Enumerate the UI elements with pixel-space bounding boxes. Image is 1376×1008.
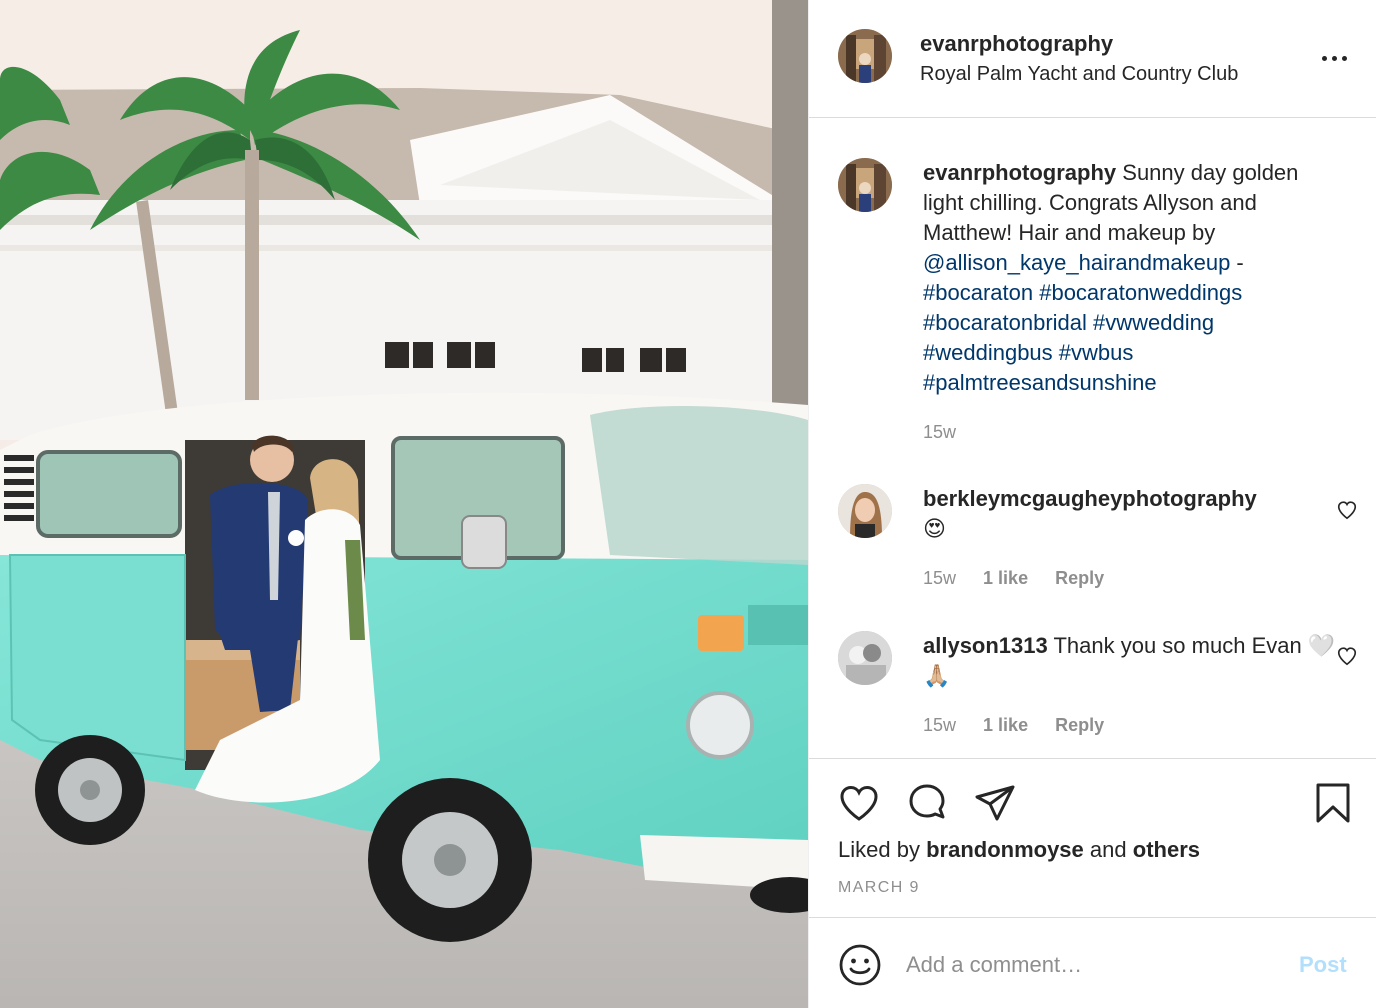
comment-meta: 15w 1 like Reply — [923, 568, 1126, 589]
comment-composer: Post — [809, 918, 1376, 1008]
more-horizontal-icon — [1322, 56, 1327, 61]
comment-time[interactable]: 15w — [923, 568, 956, 588]
comment-username[interactable]: berkleymcgaugheyphotography — [923, 486, 1257, 511]
comment-time[interactable]: 15w — [923, 715, 956, 735]
comment-text: allyson1313 Thank you so much Evan 🤍🙏🏼 — [923, 631, 1343, 691]
commenter-avatar[interactable] — [838, 631, 892, 685]
likes-and: and — [1089, 837, 1127, 862]
author-username[interactable]: evanrphotography — [920, 31, 1113, 57]
comment-meta: 15w 1 like Reply — [923, 715, 1126, 736]
hashtag[interactable]: #palmtreesandsunshine — [923, 370, 1157, 395]
post-comment-button[interactable]: Post — [1299, 952, 1347, 978]
hashtag[interactable]: #bocaratonweddings — [1039, 280, 1242, 305]
caption-text: evanrphotography Sunny day golden light … — [923, 158, 1343, 398]
caption-dash: - — [1230, 250, 1244, 275]
caption-username[interactable]: evanrphotography — [923, 160, 1116, 185]
wedding-van-photo — [0, 0, 808, 1008]
reply-button[interactable]: Reply — [1055, 568, 1104, 588]
emoji-icon[interactable] — [838, 943, 882, 987]
bookmark-icon[interactable] — [1311, 781, 1355, 825]
heart-icon[interactable] — [1336, 499, 1358, 521]
caption-time[interactable]: 15w — [923, 422, 956, 442]
hashtag[interactable]: #bocaraton — [923, 280, 1033, 305]
caption-avatar[interactable] — [838, 158, 892, 212]
author-avatar[interactable] — [838, 29, 892, 83]
comment-body: 😍 — [923, 516, 946, 541]
comment-likes[interactable]: 1 like — [983, 568, 1028, 588]
paper-plane-icon[interactable] — [973, 781, 1017, 825]
post-photo[interactable] — [0, 0, 808, 1008]
hashtag[interactable]: #bocaratonbridal — [923, 310, 1087, 335]
comment-text: berkleymcgaugheyphotography 😍 — [923, 484, 1343, 544]
hashtag[interactable]: #vwwedding — [1093, 310, 1214, 335]
post-location[interactable]: Royal Palm Yacht and Country Club — [920, 63, 1238, 86]
caption-meta: 15w — [923, 422, 978, 443]
hashtag[interactable]: #weddingbus — [923, 340, 1053, 365]
heart-icon[interactable] — [1336, 645, 1358, 667]
liker-username[interactable]: brandonmoyse — [926, 837, 1084, 862]
likes-others-link[interactable]: others — [1133, 837, 1200, 862]
comment-likes[interactable]: 1 like — [983, 715, 1028, 735]
comment-input[interactable] — [906, 948, 1276, 982]
action-bar: Liked by brandonmoyse and others MARCH 9 — [809, 758, 1376, 918]
more-options-button[interactable] — [1319, 46, 1359, 70]
comment-bubble-icon[interactable] — [905, 781, 949, 825]
reply-button[interactable]: Reply — [1055, 715, 1104, 735]
likes-prefix: Liked by — [838, 837, 920, 862]
comment-username[interactable]: allyson1313 — [923, 633, 1048, 658]
likes-summary: Liked by brandonmoyse and others — [838, 837, 1200, 863]
post-date[interactable]: MARCH 9 — [838, 879, 920, 897]
post-header: evanrphotography Royal Palm Yacht and Co… — [809, 0, 1376, 118]
more-dot — [1342, 56, 1347, 61]
more-dot — [1332, 56, 1337, 61]
hashtag[interactable]: #vwbus — [1059, 340, 1134, 365]
commenter-avatar[interactable] — [838, 484, 892, 538]
caption-mention[interactable]: @allison_kaye_hairandmakeup — [923, 250, 1230, 275]
post-details-panel: evanrphotography Royal Palm Yacht and Co… — [808, 0, 1376, 1008]
heart-icon[interactable] — [837, 781, 881, 825]
